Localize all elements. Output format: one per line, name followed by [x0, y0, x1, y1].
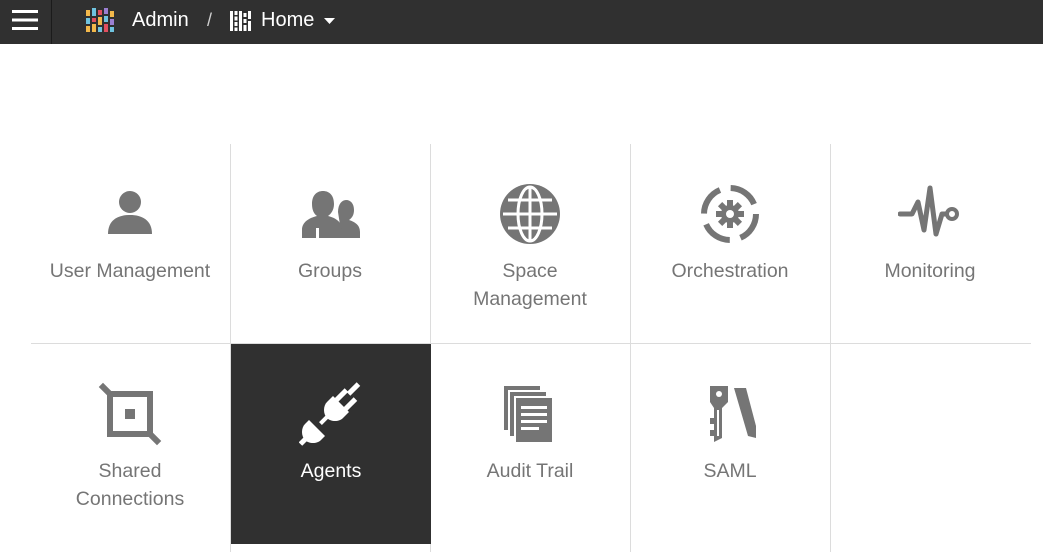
- app-logo-icon: [86, 8, 114, 32]
- documents-icon: [504, 386, 552, 442]
- tile-orchestration[interactable]: Orchestration: [630, 144, 830, 344]
- chevron-down-icon[interactable]: [324, 18, 335, 25]
- tile-audit-trail[interactable]: Audit Trail: [430, 344, 630, 544]
- tile-user-management[interactable]: User Management: [30, 144, 230, 344]
- tile-label: Audit Trail: [486, 460, 574, 482]
- user-icon: [108, 191, 152, 234]
- tile-agents[interactable]: Agents: [231, 344, 431, 544]
- plug-icon: [299, 382, 361, 446]
- crop-connection-icon: [98, 382, 162, 446]
- tile-label: User Management: [49, 260, 211, 282]
- tile-label: Monitoring: [884, 260, 976, 282]
- home-grid-icon: [230, 11, 251, 31]
- menu-button[interactable]: [0, 0, 52, 44]
- tile-label: SAML: [703, 460, 757, 482]
- tile-label: Space Management: [473, 260, 587, 310]
- tile-label: Agents: [300, 460, 362, 482]
- tile-label: Groups: [298, 260, 362, 282]
- breadcrumb-separator: /: [207, 10, 213, 30]
- top-bar: Admin / Home: [0, 0, 1043, 44]
- tile-shared-connections[interactable]: Shared Connections: [30, 344, 230, 544]
- keys-icon: [710, 386, 756, 442]
- tile-space-management[interactable]: Space Management: [430, 144, 630, 344]
- tile-monitoring[interactable]: Monitoring: [830, 144, 1030, 344]
- orchestration-gear-icon: [701, 185, 759, 243]
- groups-icon: [302, 191, 360, 238]
- breadcrumb-home[interactable]: Home: [261, 8, 314, 32]
- pulse-icon: [898, 185, 959, 237]
- tile-label: Shared Connections: [75, 460, 185, 510]
- app-title[interactable]: Admin: [132, 8, 189, 32]
- tile-groups[interactable]: Groups: [230, 144, 430, 344]
- hamburger-icon: [12, 10, 38, 30]
- globe-icon: [500, 184, 560, 244]
- tile-saml[interactable]: SAML: [630, 344, 830, 544]
- tile-label: Orchestration: [671, 260, 789, 282]
